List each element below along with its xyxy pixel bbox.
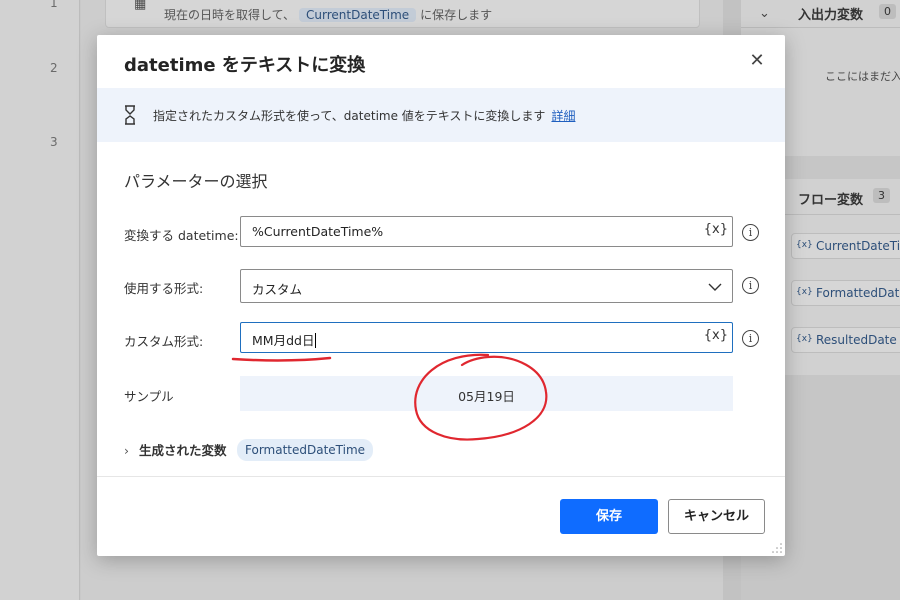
flow-variable-name: ResultedDate (816, 333, 897, 347)
generated-variable-chip[interactable]: FormattedDateTime (237, 439, 374, 461)
line-number: 1 (50, 0, 58, 10)
flow-variable-item[interactable]: {x} FormattedDat... (791, 280, 900, 306)
sample-preview: 05月19日 (240, 376, 733, 411)
sample-value: 05月19日 (458, 389, 515, 404)
sample-label: サンプル (124, 389, 174, 404)
info-description: 指定されたカスタム形式を使って、datetime 値をテキストに変換します 詳細 (153, 107, 575, 124)
custom-format-label: カスタム形式: (124, 334, 204, 349)
flow-variable-item[interactable]: {x} CurrentDateTi... (791, 233, 900, 259)
line-number: 2 (50, 61, 58, 75)
variable-picker-button[interactable]: {x} (704, 222, 728, 237)
footer-divider (97, 476, 785, 477)
line-number: 3 (50, 135, 58, 149)
custom-format-input[interactable]: MM月dd日 {x} (240, 322, 733, 353)
cancel-button[interactable]: キャンセル (668, 499, 765, 534)
resize-grip-icon[interactable] (772, 543, 782, 553)
info-icon[interactable]: i (742, 224, 759, 241)
format-select[interactable]: カスタム (240, 269, 733, 303)
info-icon[interactable]: i (742, 277, 759, 294)
chevron-down-icon[interactable]: ⌄ (759, 6, 770, 21)
close-icon[interactable]: ✕ (745, 49, 769, 73)
info-text: 指定されたカスタム形式を使って、datetime 値をテキストに変換します (153, 109, 546, 123)
io-variables-title: 入出力変数 (798, 8, 864, 23)
convert-datetime-dialog: datetime をテキストに変換 ✕ 指定されたカスタム形式を使って、date… (97, 35, 785, 556)
info-banner: 指定されたカスタム形式を使って、datetime 値をテキストに変換します 詳細 (97, 88, 785, 142)
format-select-value: カスタム (252, 282, 303, 297)
datetime-input-value: %CurrentDateTime% (252, 224, 384, 239)
flow-variable-item[interactable]: {x} ResultedDate (791, 327, 900, 353)
info-icon[interactable]: i (742, 330, 759, 347)
datetime-label: 変換する datetime: (124, 228, 239, 243)
save-button[interactable]: 保存 (560, 499, 658, 534)
chevron-right-icon: › (124, 443, 129, 458)
flow-step-description: 現在の日時を取得して、 CurrentDateTime に保存します (164, 6, 492, 23)
format-label: 使用する形式: (124, 281, 204, 296)
chevron-down-icon (708, 283, 722, 291)
flow-variables-count: 3 (873, 188, 890, 203)
parameters-heading: パラメーターの選択 (124, 172, 268, 191)
datetime-input[interactable]: %CurrentDateTime% {x} (240, 216, 733, 247)
step-text-before: 現在の日時を取得して、 (164, 8, 296, 22)
generated-variables-label: 生成された変数 (139, 443, 227, 458)
dialog-title: datetime をテキストに変換 (124, 55, 366, 76)
io-variables-count: 0 (879, 4, 896, 19)
io-variables-empty-text: ここにはまだ入 (825, 70, 900, 83)
variable-icon: {x} (796, 334, 813, 344)
custom-format-input-value: MM月dd日 (252, 330, 316, 349)
details-link[interactable]: 詳細 (551, 109, 575, 123)
hourglass-icon (125, 105, 135, 125)
line-number-gutter: 1 2 3 (0, 0, 80, 600)
variable-icon: {x} (796, 287, 813, 297)
flow-variable-name: FormattedDat... (816, 286, 900, 300)
io-variables-header[interactable]: ⌄ 入出力変数 0 (741, 0, 900, 28)
flow-step-card[interactable]: ▦ 現在の日時を取得して、 CurrentDateTime に保存します (105, 0, 700, 28)
calendar-icon: ▦ (134, 0, 147, 12)
step-variable-chip: CurrentDateTime (299, 8, 417, 22)
generated-variables-toggle[interactable]: › 生成された変数 (124, 440, 227, 459)
variable-icon: {x} (796, 240, 813, 250)
flow-variables-title: フロー変数 (798, 193, 864, 208)
variable-picker-button[interactable]: {x} (704, 328, 728, 343)
step-text-after: に保存します (420, 8, 493, 22)
flow-variable-name: CurrentDateTi... (816, 239, 900, 253)
